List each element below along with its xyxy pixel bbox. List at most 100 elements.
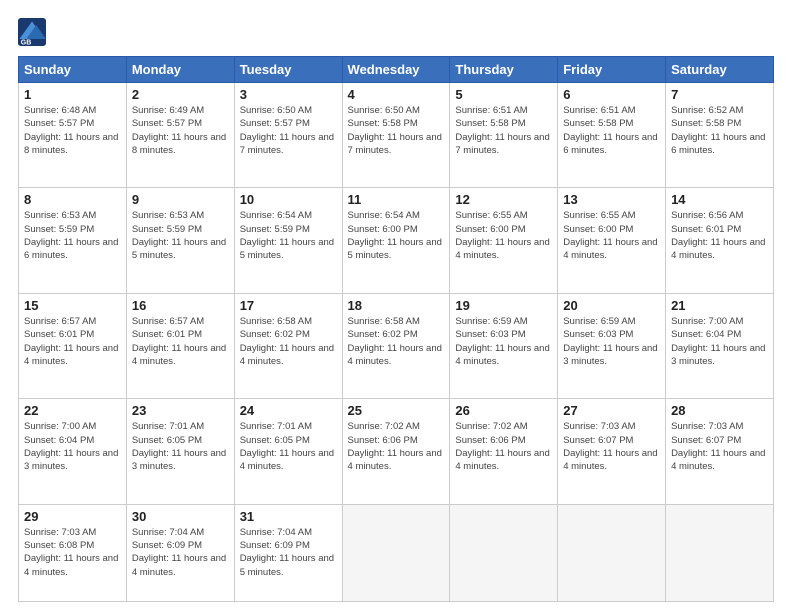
table-row: 26 Sunrise: 7:02 AMSunset: 6:06 PMDaylig… [450,399,558,504]
day-info: Sunrise: 6:51 AMSunset: 5:58 PMDaylight:… [455,104,552,157]
day-number: 30 [132,509,229,524]
day-info: Sunrise: 7:01 AMSunset: 6:05 PMDaylight:… [132,420,229,473]
day-number: 24 [240,403,337,418]
table-row: 30 Sunrise: 7:04 AMSunset: 6:09 PMDaylig… [126,504,234,601]
table-row: 17 Sunrise: 6:58 AMSunset: 6:02 PMDaylig… [234,293,342,398]
day-info: Sunrise: 7:03 AMSunset: 6:07 PMDaylight:… [563,420,660,473]
day-number: 28 [671,403,768,418]
table-row: 3 Sunrise: 6:50 AMSunset: 5:57 PMDayligh… [234,83,342,188]
day-info: Sunrise: 7:00 AMSunset: 6:04 PMDaylight:… [24,420,121,473]
table-row: 31 Sunrise: 7:04 AMSunset: 6:09 PMDaylig… [234,504,342,601]
calendar: Sunday Monday Tuesday Wednesday Thursday… [18,56,774,602]
day-info: Sunrise: 6:59 AMSunset: 6:03 PMDaylight:… [563,315,660,368]
day-number: 1 [24,87,121,102]
day-number: 5 [455,87,552,102]
day-info: Sunrise: 6:50 AMSunset: 5:57 PMDaylight:… [240,104,337,157]
header: GB [18,18,774,46]
day-info: Sunrise: 6:59 AMSunset: 6:03 PMDaylight:… [455,315,552,368]
day-number: 29 [24,509,121,524]
table-row: 23 Sunrise: 7:01 AMSunset: 6:05 PMDaylig… [126,399,234,504]
day-info: Sunrise: 7:02 AMSunset: 6:06 PMDaylight:… [455,420,552,473]
day-info: Sunrise: 7:00 AMSunset: 6:04 PMDaylight:… [671,315,768,368]
logo-icon: GB [18,18,46,46]
day-number: 11 [348,192,445,207]
day-number: 25 [348,403,445,418]
table-row: 28 Sunrise: 7:03 AMSunset: 6:07 PMDaylig… [666,399,774,504]
day-info: Sunrise: 6:55 AMSunset: 6:00 PMDaylight:… [455,209,552,262]
day-info: Sunrise: 6:48 AMSunset: 5:57 PMDaylight:… [24,104,121,157]
table-row: 10 Sunrise: 6:54 AMSunset: 5:59 PMDaylig… [234,188,342,293]
day-number: 22 [24,403,121,418]
col-monday: Monday [126,57,234,83]
table-row: 6 Sunrise: 6:51 AMSunset: 5:58 PMDayligh… [558,83,666,188]
day-number: 18 [348,298,445,313]
day-number: 4 [348,87,445,102]
table-row: 18 Sunrise: 6:58 AMSunset: 6:02 PMDaylig… [342,293,450,398]
day-info: Sunrise: 6:49 AMSunset: 5:57 PMDaylight:… [132,104,229,157]
day-number: 16 [132,298,229,313]
day-number: 20 [563,298,660,313]
day-number: 15 [24,298,121,313]
table-row: 4 Sunrise: 6:50 AMSunset: 5:58 PMDayligh… [342,83,450,188]
table-row: 19 Sunrise: 6:59 AMSunset: 6:03 PMDaylig… [450,293,558,398]
day-number: 27 [563,403,660,418]
table-row: 29 Sunrise: 7:03 AMSunset: 6:08 PMDaylig… [19,504,127,601]
col-tuesday: Tuesday [234,57,342,83]
col-saturday: Saturday [666,57,774,83]
table-row: 14 Sunrise: 6:56 AMSunset: 6:01 PMDaylig… [666,188,774,293]
table-row: 9 Sunrise: 6:53 AMSunset: 5:59 PMDayligh… [126,188,234,293]
day-number: 31 [240,509,337,524]
day-info: Sunrise: 6:57 AMSunset: 6:01 PMDaylight:… [24,315,121,368]
table-row [342,504,450,601]
day-number: 9 [132,192,229,207]
table-row: 5 Sunrise: 6:51 AMSunset: 5:58 PMDayligh… [450,83,558,188]
table-row: 2 Sunrise: 6:49 AMSunset: 5:57 PMDayligh… [126,83,234,188]
table-row: 25 Sunrise: 7:02 AMSunset: 6:06 PMDaylig… [342,399,450,504]
day-number: 6 [563,87,660,102]
table-row: 7 Sunrise: 6:52 AMSunset: 5:58 PMDayligh… [666,83,774,188]
day-info: Sunrise: 7:01 AMSunset: 6:05 PMDaylight:… [240,420,337,473]
day-info: Sunrise: 6:54 AMSunset: 5:59 PMDaylight:… [240,209,337,262]
day-info: Sunrise: 6:58 AMSunset: 6:02 PMDaylight:… [240,315,337,368]
day-number: 17 [240,298,337,313]
day-number: 13 [563,192,660,207]
day-info: Sunrise: 6:51 AMSunset: 5:58 PMDaylight:… [563,104,660,157]
col-wednesday: Wednesday [342,57,450,83]
day-number: 14 [671,192,768,207]
table-row: 13 Sunrise: 6:55 AMSunset: 6:00 PMDaylig… [558,188,666,293]
day-info: Sunrise: 7:04 AMSunset: 6:09 PMDaylight:… [240,526,337,579]
day-info: Sunrise: 6:58 AMSunset: 6:02 PMDaylight:… [348,315,445,368]
day-number: 3 [240,87,337,102]
day-info: Sunrise: 7:03 AMSunset: 6:07 PMDaylight:… [671,420,768,473]
day-info: Sunrise: 6:52 AMSunset: 5:58 PMDaylight:… [671,104,768,157]
table-row: 22 Sunrise: 7:00 AMSunset: 6:04 PMDaylig… [19,399,127,504]
day-number: 19 [455,298,552,313]
day-number: 8 [24,192,121,207]
day-number: 10 [240,192,337,207]
day-info: Sunrise: 6:57 AMSunset: 6:01 PMDaylight:… [132,315,229,368]
table-row: 20 Sunrise: 6:59 AMSunset: 6:03 PMDaylig… [558,293,666,398]
day-number: 12 [455,192,552,207]
table-row: 16 Sunrise: 6:57 AMSunset: 6:01 PMDaylig… [126,293,234,398]
table-row [558,504,666,601]
table-row: 1 Sunrise: 6:48 AMSunset: 5:57 PMDayligh… [19,83,127,188]
day-number: 7 [671,87,768,102]
col-thursday: Thursday [450,57,558,83]
table-row [666,504,774,601]
day-info: Sunrise: 7:02 AMSunset: 6:06 PMDaylight:… [348,420,445,473]
day-number: 23 [132,403,229,418]
day-info: Sunrise: 6:54 AMSunset: 6:00 PMDaylight:… [348,209,445,262]
day-info: Sunrise: 7:03 AMSunset: 6:08 PMDaylight:… [24,526,121,579]
col-friday: Friday [558,57,666,83]
logo-area: GB [18,18,50,46]
col-sunday: Sunday [19,57,127,83]
svg-text:GB: GB [21,40,32,46]
table-row: 11 Sunrise: 6:54 AMSunset: 6:00 PMDaylig… [342,188,450,293]
day-number: 21 [671,298,768,313]
day-info: Sunrise: 7:04 AMSunset: 6:09 PMDaylight:… [132,526,229,579]
day-info: Sunrise: 6:53 AMSunset: 5:59 PMDaylight:… [24,209,121,262]
table-row [450,504,558,601]
table-row: 8 Sunrise: 6:53 AMSunset: 5:59 PMDayligh… [19,188,127,293]
day-number: 26 [455,403,552,418]
table-row: 12 Sunrise: 6:55 AMSunset: 6:00 PMDaylig… [450,188,558,293]
